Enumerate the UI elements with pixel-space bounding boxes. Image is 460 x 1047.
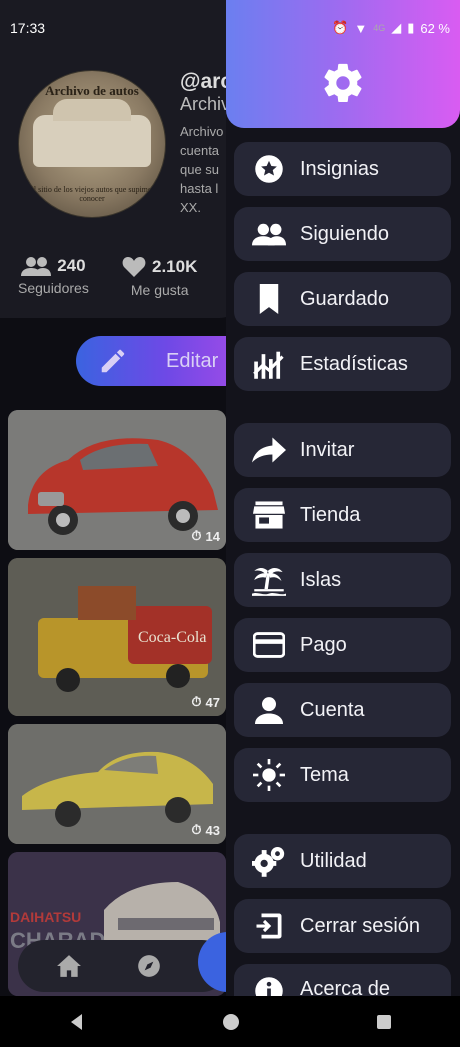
post-view-count: ⏱ 47 <box>191 694 220 710</box>
battery-level: 62 % <box>420 20 450 36</box>
back-icon[interactable] <box>68 1013 86 1031</box>
menu-item-cerrar-sesion[interactable]: Cerrar sesión <box>234 899 451 953</box>
likes-stat[interactable]: 2.10K Me gusta <box>122 256 197 298</box>
timer-icon: ⏱ <box>191 528 202 543</box>
menu-item-acerca-de[interactable]: Acerca de <box>234 964 451 996</box>
menu-item-siguiendo[interactable]: Siguiendo <box>234 207 451 261</box>
menu-item-label: Estadísticas <box>300 352 408 375</box>
menu-item-cuenta[interactable]: Cuenta <box>234 683 451 737</box>
avatar-subtitle: El sitio de los viejos autos que supimos… <box>29 185 155 203</box>
menu-item-estadisticas[interactable]: Estadísticas <box>234 337 451 391</box>
svg-text:DAIHATSU: DAIHATSU <box>10 909 81 925</box>
menu-item-label: Tienda <box>300 503 361 526</box>
timer-icon: ⏱ <box>191 694 202 709</box>
menu-item-label: Cuenta <box>300 698 365 721</box>
status-time: 17:33 <box>10 20 46 36</box>
likes-label: Me gusta <box>130 282 189 298</box>
recents-icon[interactable] <box>376 1014 392 1030</box>
post-view-count: ⏱ 14 <box>191 528 220 544</box>
network-type: 4G <box>373 23 386 33</box>
followers-label: Seguidores <box>18 280 89 296</box>
menu-item-label: Siguiendo <box>300 222 389 245</box>
menu-item-pago[interactable]: Pago <box>234 618 451 672</box>
post-card[interactable]: ⏱ 14 <box>8 410 226 550</box>
people-icon <box>21 257 52 276</box>
gears-icon <box>252 844 286 878</box>
bookmark-icon <box>252 282 286 316</box>
pencil-icon <box>101 349 125 373</box>
menu-item-insignias[interactable]: Insignias <box>234 142 451 196</box>
island-icon <box>252 563 286 597</box>
avatar-title: Archivo de autos <box>45 83 139 98</box>
menu-item-tema[interactable]: Tema <box>234 748 451 802</box>
star-badge-icon <box>252 152 286 186</box>
compass-icon[interactable] <box>136 953 162 979</box>
post-image-coca-cola-truck: Coca-Cola <box>8 558 226 716</box>
wifi-icon: ▼ <box>354 20 368 36</box>
gear-icon[interactable] <box>320 60 366 106</box>
post-card[interactable]: Coca-Cola ⏱ 47 <box>8 558 226 716</box>
logout-icon <box>252 909 286 943</box>
people-icon <box>252 217 286 251</box>
battery-icon: ▮ <box>407 20 415 35</box>
avatar[interactable]: Archivo de autos El sitio de los viejos … <box>18 70 166 218</box>
post-view-count: ⏱ 43 <box>191 822 220 838</box>
menu-item-islas[interactable]: Islas <box>234 553 451 607</box>
home-circle-icon[interactable] <box>222 1013 240 1031</box>
store-icon <box>252 498 286 532</box>
menu-item-invitar[interactable]: Invitar <box>234 423 451 477</box>
navigation-drawer: Insignias Siguiendo Guardado Estadística… <box>226 0 460 996</box>
home-icon[interactable] <box>56 954 82 978</box>
menu-item-label: Invitar <box>300 438 355 461</box>
followers-stat[interactable]: 240 Seguidores <box>18 256 89 296</box>
profile-name: Archiv <box>180 94 231 114</box>
svg-text:Coca-Cola: Coca-Cola <box>138 629 206 646</box>
avatar-car-image <box>33 99 151 167</box>
system-navigation-bar <box>0 996 460 1047</box>
share-arrow-icon <box>252 433 286 467</box>
menu-item-label: Cerrar sesión <box>300 914 421 937</box>
sun-icon <box>252 758 286 792</box>
status-bar: 17:33 ⏰ ▼ 4G ◢ ▮ 62 % <box>0 0 460 56</box>
menu-item-label: Guardado <box>300 287 389 310</box>
menu-item-utilidad[interactable]: Utilidad <box>234 834 451 888</box>
post-card[interactable]: ⏱ 43 <box>8 724 226 844</box>
person-icon <box>252 693 286 727</box>
info-icon <box>252 974 286 996</box>
menu-item-label: Islas <box>300 568 342 591</box>
signal-icon: ◢ <box>391 20 402 35</box>
menu-item-tienda[interactable]: Tienda <box>234 488 451 542</box>
profile-handle: @arc <box>180 70 233 93</box>
edit-profile-label: Editar <box>166 349 219 372</box>
credit-card-icon <box>252 628 286 662</box>
menu-item-guardado[interactable]: Guardado <box>234 272 451 326</box>
heart-icon <box>122 257 146 277</box>
alarm-icon: ⏰ <box>332 20 349 35</box>
followers-count: 240 <box>57 256 86 275</box>
likes-count: 2.10K <box>152 257 198 276</box>
menu-item-label: Pago <box>300 633 347 656</box>
menu-item-label: Tema <box>300 763 349 786</box>
menu-item-label: Utilidad <box>300 849 367 872</box>
timer-icon: ⏱ <box>191 822 202 837</box>
bottom-navigation <box>18 940 228 992</box>
status-icons: ⏰ ▼ 4G ◢ ▮ 62 % <box>332 20 450 36</box>
menu-item-label: Insignias <box>300 157 379 180</box>
menu-item-label: Acerca de <box>300 978 391 996</box>
chart-icon <box>252 347 286 381</box>
